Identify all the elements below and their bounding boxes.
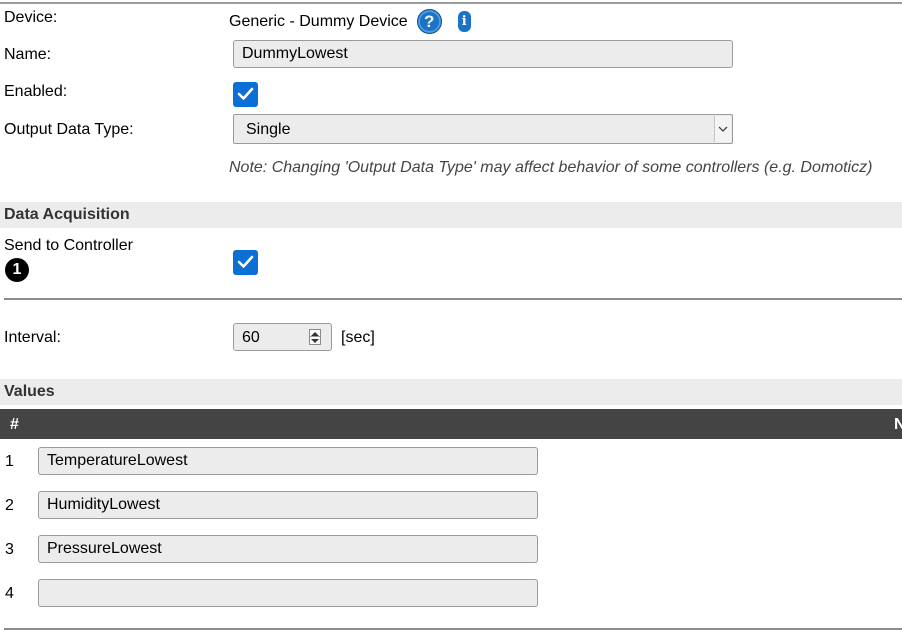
enabled-checkbox[interactable] [233, 82, 258, 107]
checkmark-icon [237, 255, 254, 268]
device-value: Generic - Dummy Device [229, 12, 408, 30]
values-table-header: # N [0, 409, 902, 439]
column-header-number: # [10, 416, 19, 433]
output-data-type-select[interactable]: Single [233, 114, 733, 144]
device-label: Device: [4, 9, 58, 26]
column-header-name: N [894, 416, 902, 433]
value-row-number: 4 [5, 585, 14, 602]
value-row-number: 2 [5, 497, 14, 514]
spinner-icon[interactable] [309, 329, 321, 345]
section-divider [4, 298, 902, 300]
value-name-input[interactable] [38, 579, 538, 607]
name-label: Name: [4, 46, 52, 63]
device-value-group: Generic - Dummy Device ? i [229, 9, 471, 34]
output-data-type-value: Single [246, 121, 291, 138]
values-header: Values [0, 379, 902, 405]
value-row-number: 1 [5, 453, 14, 470]
value-name-input[interactable]: HumidityLowest [38, 491, 538, 519]
send-to-controller-label: Send to Controller [4, 237, 133, 254]
bottom-divider [4, 628, 902, 630]
output-data-type-note: Note: Changing 'Output Data Type' may af… [229, 159, 873, 176]
interval-label: Interval: [4, 329, 61, 346]
top-border [0, 2, 902, 4]
chevron-down-icon[interactable] [714, 116, 731, 142]
value-row-number: 3 [5, 541, 14, 558]
interval-value: 60 [242, 329, 260, 346]
value-name-input[interactable]: PressureLowest [38, 535, 538, 563]
help-icon[interactable]: ? [416, 9, 442, 34]
info-icon[interactable]: i [457, 11, 471, 32]
controller-number-badge: 1 [5, 258, 29, 282]
name-input[interactable]: DummyLowest [233, 40, 733, 68]
data-acquisition-header: Data Acquisition [0, 202, 902, 228]
checkmark-icon [237, 87, 254, 100]
interval-unit: [sec] [341, 329, 375, 346]
enabled-label: Enabled: [4, 83, 68, 100]
send-to-controller-checkbox[interactable] [233, 250, 258, 275]
value-name-input[interactable]: TemperatureLowest [38, 447, 538, 475]
interval-input[interactable]: 60 [233, 323, 332, 351]
output-data-type-label: Output Data Type: [4, 121, 134, 138]
